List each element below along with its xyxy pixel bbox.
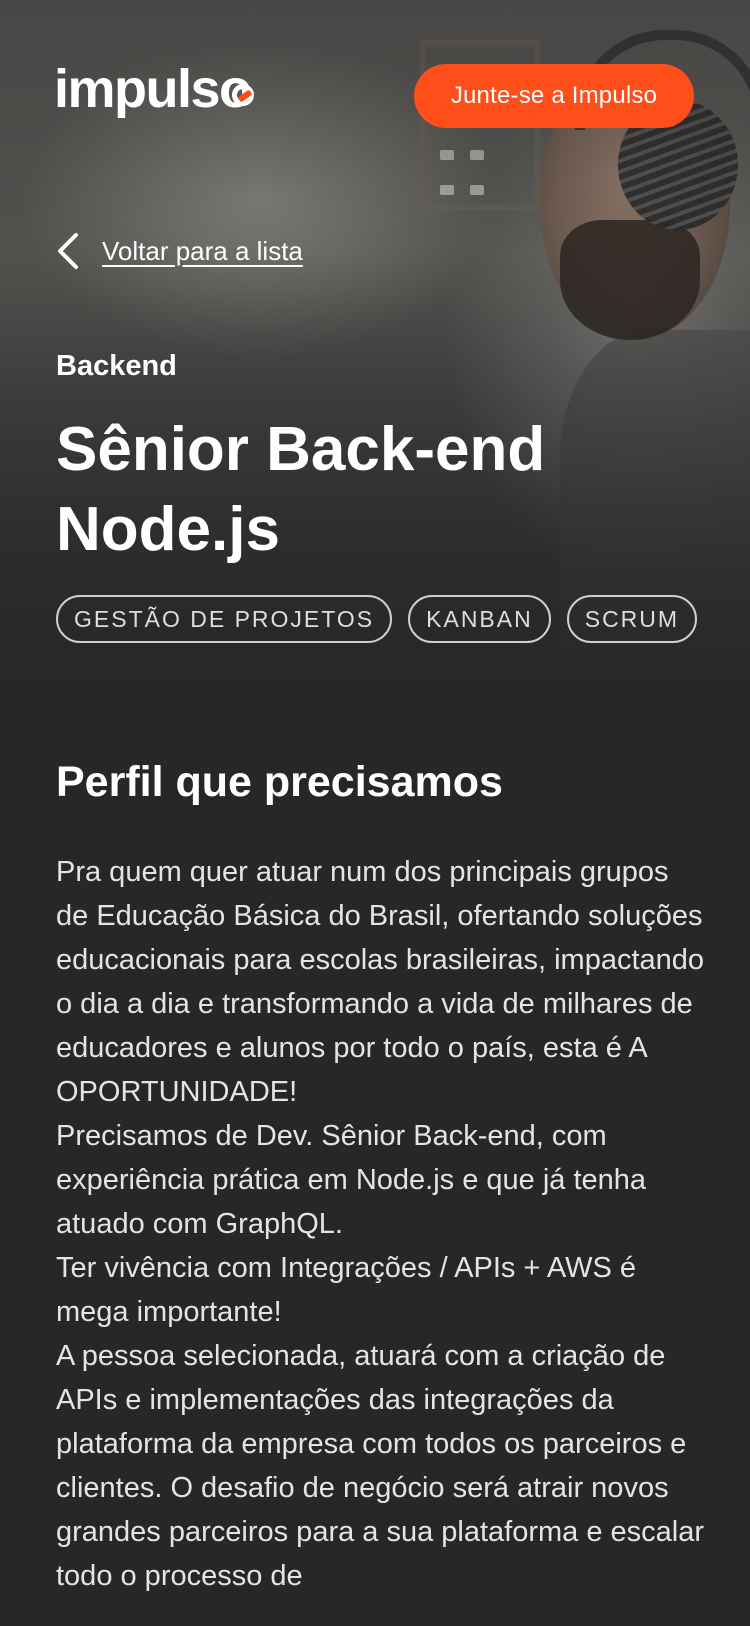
job-category: Backend — [56, 350, 177, 382]
profile-paragraph: A pessoa selecionada, atuará com a criaç… — [56, 1340, 705, 1592]
profile-description: Pra quem quer atuar num dos principais g… — [56, 850, 706, 1598]
tag-kanban: KANBAN — [408, 595, 551, 643]
back-to-list-link[interactable]: Voltar para a lista — [56, 232, 303, 270]
tag-gestao-de-projetos: GESTÃO DE PROJETOS — [56, 595, 393, 643]
back-link-label: Voltar para a lista — [102, 235, 303, 266]
job-tags: GESTÃO DE PROJETOS KANBAN SCRUM — [56, 595, 698, 643]
join-button-label: Junte-se a Impulso — [450, 82, 658, 109]
job-detail-page: impulso Junte-se a Impulso Voltar para a… — [0, 0, 750, 1626]
profile-paragraph: Ter vivência com Integrações / APIs + AW… — [56, 1252, 636, 1328]
profile-heading: Perfil que precisamos — [56, 758, 503, 806]
chevron-left-icon — [58, 233, 78, 269]
job-title: Sênior Back-end Node.js — [56, 415, 546, 564]
profile-paragraph: Precisamos de Dev. Sênior Back-end, com … — [56, 1120, 647, 1240]
join-impulso-button[interactable]: Junte-se a Impulso — [414, 64, 694, 128]
logo-text: impulso — [54, 59, 252, 119]
profile-paragraph: Pra quem quer atuar num dos principais g… — [56, 856, 705, 1108]
impulso-logo[interactable]: impulso — [54, 59, 252, 119]
tag-scrum: SCRUM — [566, 595, 698, 643]
